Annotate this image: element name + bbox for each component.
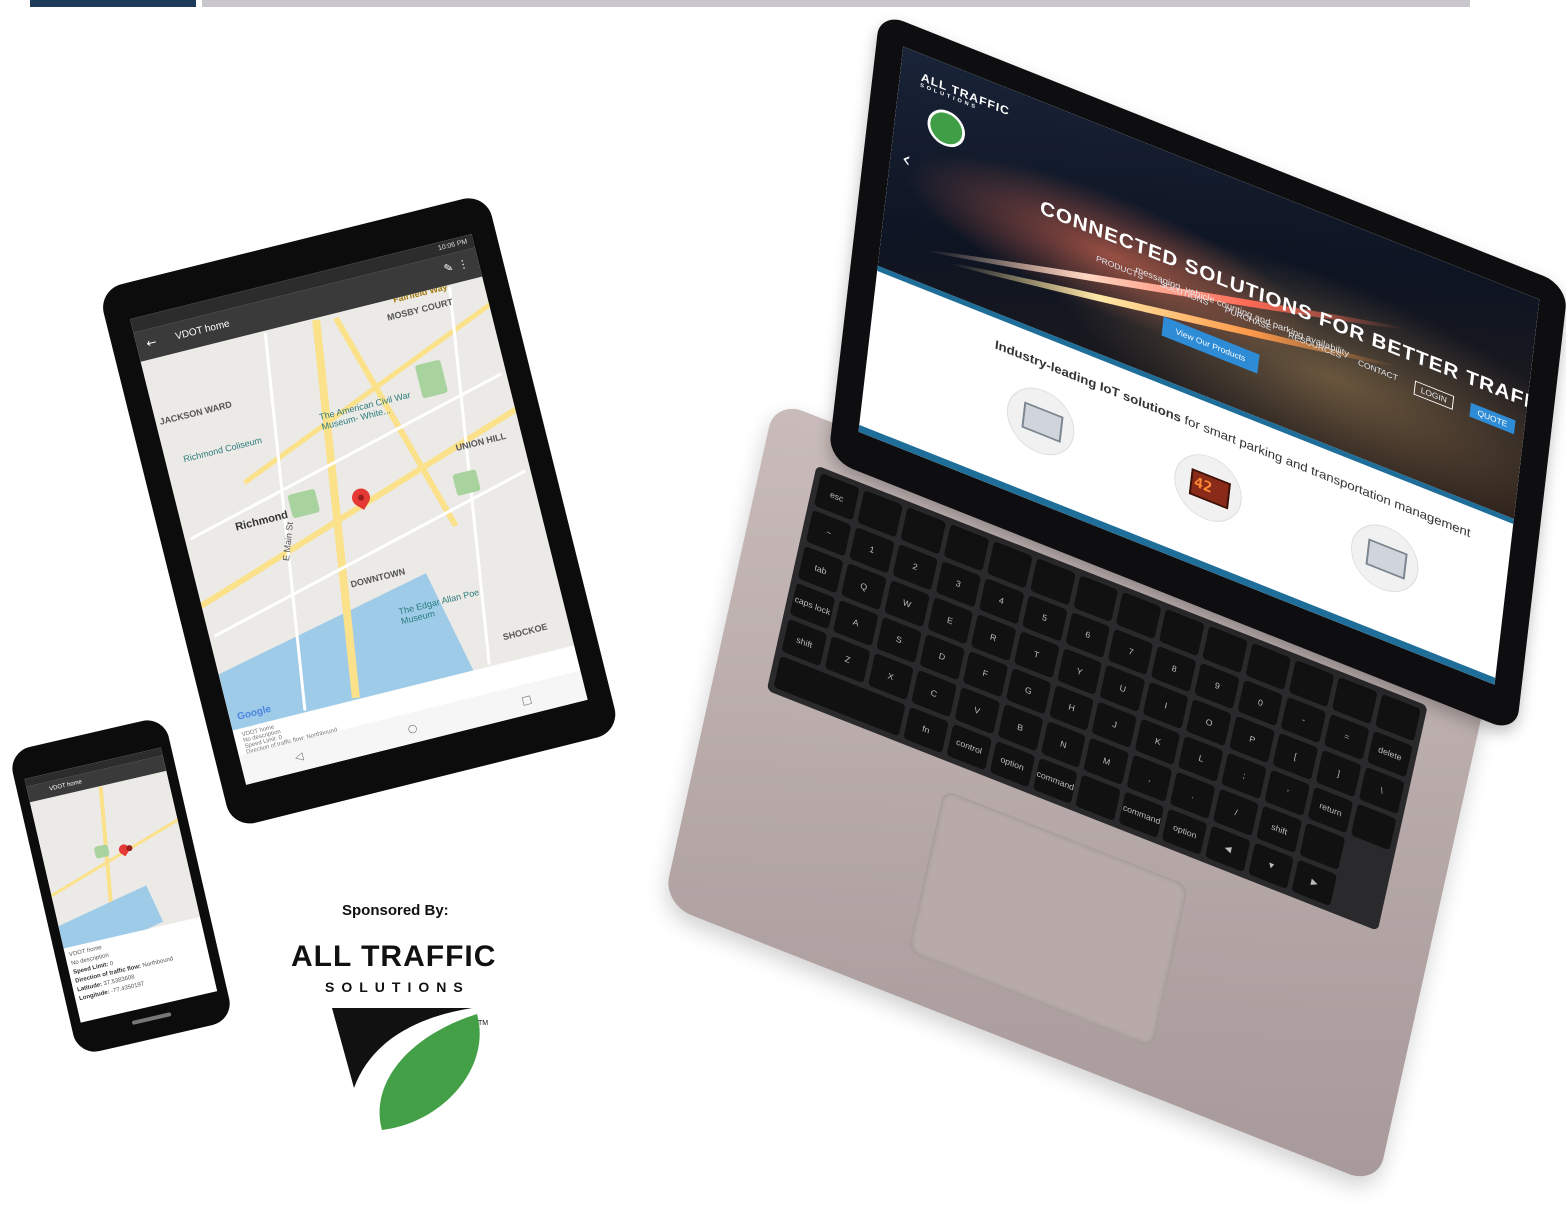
leaf-logo-icon bbox=[925, 103, 967, 153]
tablet-screen: 10:06 PM ← VDOT home ✎ ⋮ JACKSON WARD MO… bbox=[129, 233, 588, 785]
product-speed-sign-icon[interactable]: 42 bbox=[1170, 443, 1246, 533]
map-label: E Main St bbox=[280, 521, 296, 562]
back-arrow-icon[interactable]: ← bbox=[145, 335, 158, 351]
product-devices-icon[interactable] bbox=[1347, 514, 1422, 603]
location-pin-icon[interactable] bbox=[348, 485, 374, 510]
sponsor-logo-subtext: SOLUTIONS bbox=[325, 979, 470, 995]
map-label: JACKSON WARD bbox=[158, 399, 233, 427]
hero-image: ALL TRAFFIC SOLUTIONS ‹ CONNECTED SOLUTIO… bbox=[877, 46, 1540, 519]
phone-screen: VDOT home VDOT home No description Speed… bbox=[24, 747, 218, 1023]
nav-back-icon[interactable]: ◁ bbox=[293, 749, 304, 764]
chevron-left-icon[interactable]: ‹ bbox=[901, 145, 913, 173]
park bbox=[452, 468, 481, 497]
product-sign-icon[interactable] bbox=[1003, 377, 1078, 466]
more-icon[interactable]: ⋮ bbox=[456, 257, 470, 272]
nav-recents-icon[interactable]: □ bbox=[520, 692, 533, 707]
sponsor-leaf-logo-icon bbox=[332, 1008, 480, 1130]
map-poi-label: The American Civil War Museum- White... bbox=[318, 389, 412, 432]
quote-button[interactable]: QUOTE bbox=[1469, 402, 1516, 435]
road bbox=[49, 812, 189, 898]
app-title: VDOT home bbox=[174, 318, 231, 343]
tablet-device: 10:06 PM ← VDOT home ✎ ⋮ JACKSON WARD MO… bbox=[98, 193, 621, 829]
sponsor-label: Sponsored By: bbox=[342, 902, 449, 919]
login-button[interactable]: LOGIN bbox=[1413, 380, 1455, 410]
park bbox=[287, 488, 321, 519]
trademark-symbol: TM bbox=[478, 1020, 489, 1027]
map-label: SHOCKOE bbox=[501, 621, 549, 643]
header-bar-accent bbox=[30, 0, 196, 7]
phone-device: VDOT home VDOT home No description Speed… bbox=[8, 716, 235, 1057]
phone-home-indicator bbox=[131, 1012, 172, 1025]
edit-icon[interactable]: ✎ bbox=[442, 261, 454, 276]
sponsor-logo-text: ALL TRAFFIC bbox=[291, 940, 497, 973]
header-bar bbox=[202, 0, 1470, 7]
map-poi-label: Richmond Coliseum bbox=[182, 435, 263, 465]
nav-home-icon[interactable]: ○ bbox=[406, 721, 418, 736]
